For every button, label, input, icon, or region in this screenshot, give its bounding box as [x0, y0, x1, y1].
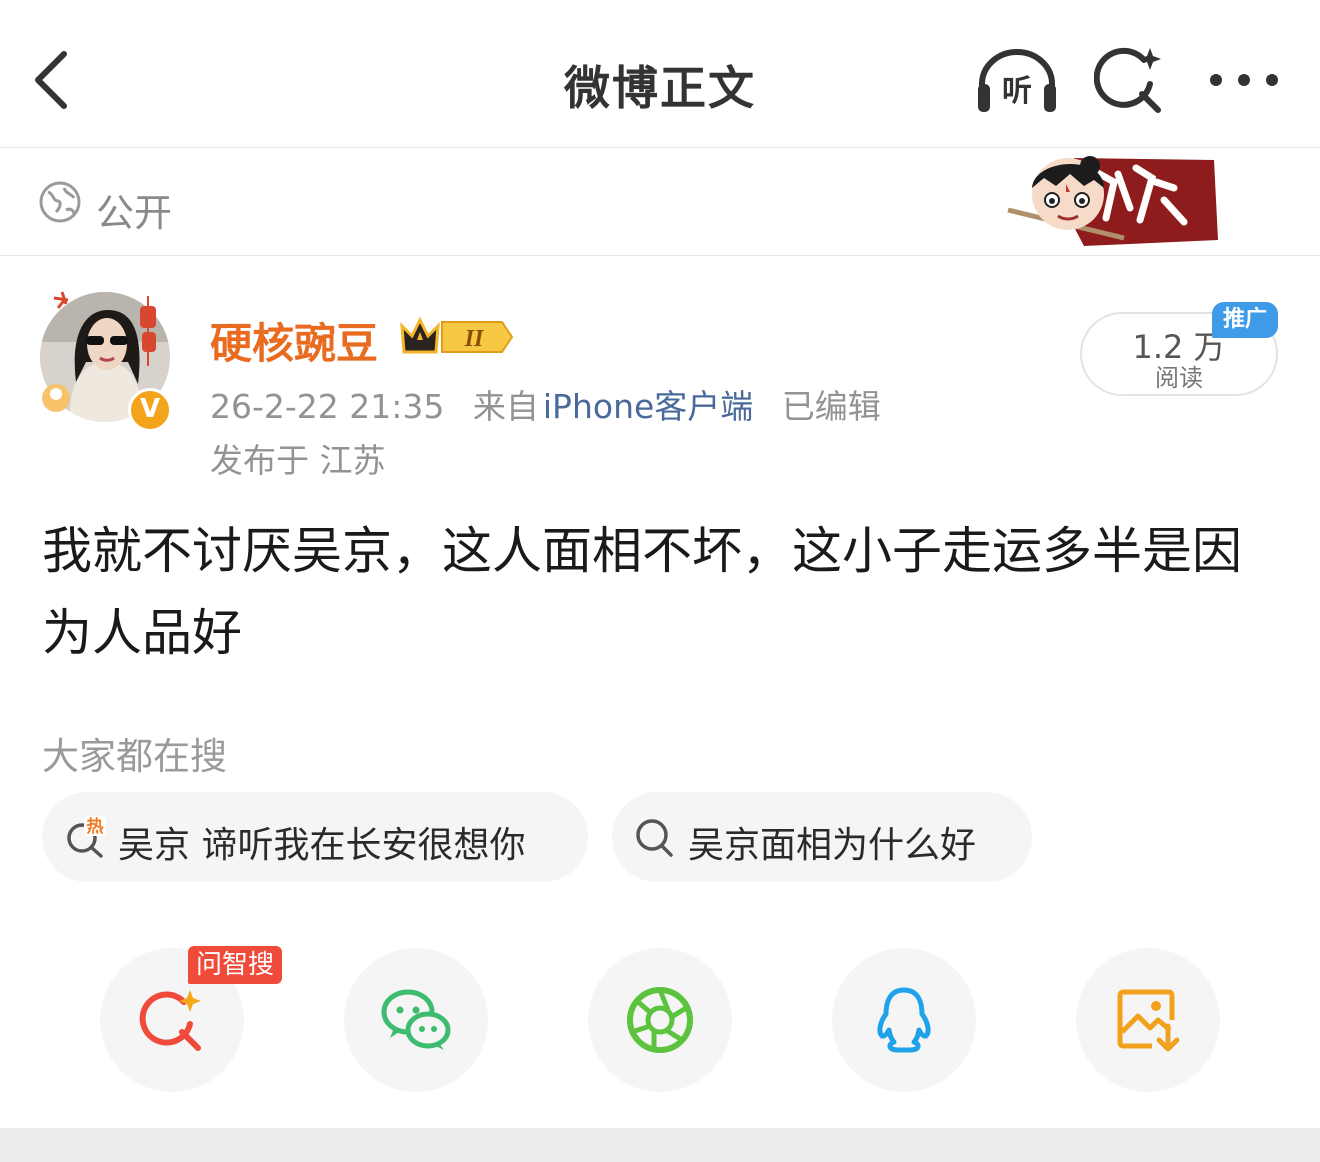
top-navbar: 微博正文 听	[0, 0, 1320, 148]
source-prefix: 来自	[472, 387, 539, 426]
search-button[interactable]	[1093, 44, 1166, 116]
hot-search-title: 大家都在搜	[42, 735, 227, 778]
post-location: 发布于 江苏	[210, 441, 386, 480]
post-time: 26-2-22 21:35	[210, 387, 445, 426]
listen-label: 听	[1002, 74, 1032, 109]
moments-icon	[627, 987, 693, 1053]
visibility-bar: 公开	[0, 148, 1320, 256]
qq-share-button[interactable]	[832, 948, 976, 1092]
hot-badge: 热	[87, 816, 104, 837]
verified-badge: V	[128, 388, 172, 432]
save-image-share-button[interactable]	[1076, 948, 1220, 1092]
save-image-icon	[1117, 989, 1180, 1052]
search-icon	[636, 819, 673, 857]
ai-search-icon	[1093, 47, 1161, 113]
visibility-label: 公开	[96, 191, 173, 235]
more-options-icon[interactable]	[1206, 60, 1282, 100]
post-meta: 26-2-22 21:35 来自 iPhone客户端 已编辑	[210, 380, 881, 428]
hot-search-icon: 热	[67, 816, 106, 858]
hot-search-chip-text: 吴京 谛听我在长安很想你	[118, 825, 526, 866]
hot-search-chip-text: 吴京面相为什么好	[688, 825, 977, 866]
ai-search-tag: 问智搜	[188, 946, 283, 984]
ai-search-icon	[139, 990, 201, 1051]
wechat-icon	[381, 989, 451, 1050]
username[interactable]: 硬核豌豆	[210, 310, 378, 371]
vip-crown-icon[interactable]: II	[398, 314, 518, 360]
bottom-divider	[0, 1128, 1320, 1162]
moments-share-button[interactable]	[588, 948, 732, 1092]
post-content: 我就不讨厌吴京，这人面相不坏，这小子走运多半是因为人品好	[42, 522, 1242, 662]
globe-icon	[39, 181, 81, 223]
vip-level: II	[464, 326, 485, 352]
hot-search-chip[interactable]: 吴京面相为什么好	[612, 792, 1032, 882]
edited-label[interactable]: 已编辑	[782, 387, 881, 426]
source-link[interactable]: iPhone客户端	[543, 387, 753, 426]
back-arrow-icon[interactable]	[30, 46, 82, 114]
hot-search-chip[interactable]: 热 吴京 谛听我在长安很想你	[42, 792, 588, 882]
listen-button[interactable]: 听	[974, 44, 1060, 116]
nezha-decoration-banner	[1007, 156, 1218, 246]
promote-tag[interactable]: 推广	[1212, 302, 1278, 338]
qq-icon	[877, 987, 931, 1053]
read-label: 阅读	[1155, 364, 1203, 392]
wechat-share-button[interactable]	[344, 948, 488, 1092]
